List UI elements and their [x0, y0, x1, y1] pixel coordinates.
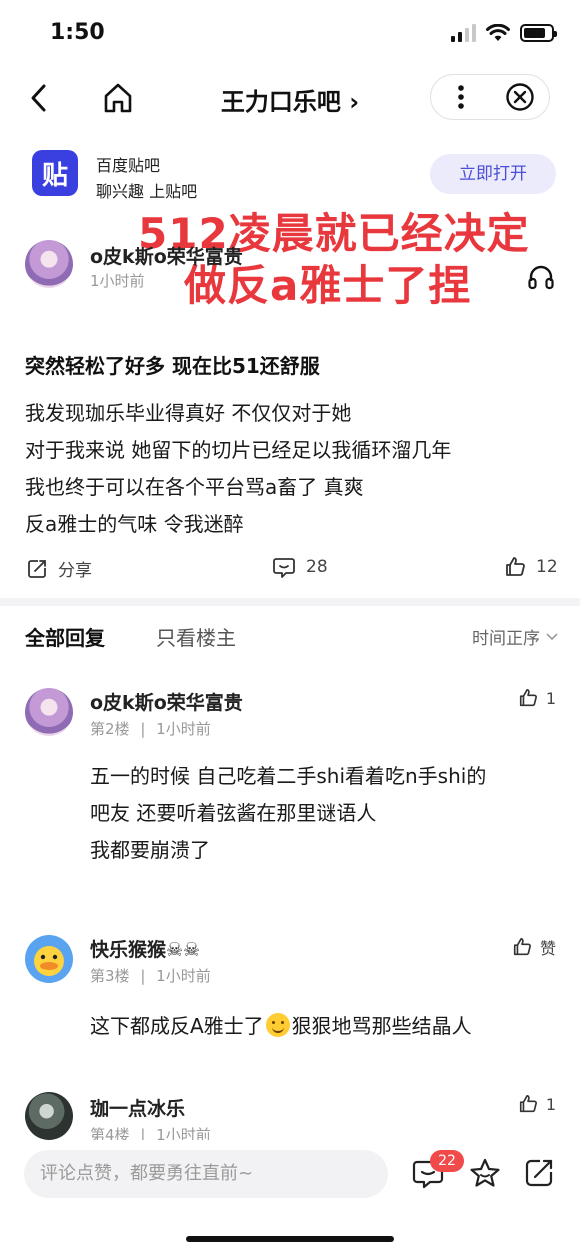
reply-floor: 第3楼 — [90, 967, 130, 985]
share-icon — [525, 1159, 553, 1187]
tab-op-only[interactable]: 只看楼主 — [156, 622, 236, 651]
section-divider — [0, 598, 580, 606]
like-count: 12 — [536, 557, 558, 577]
close-circle-icon — [505, 83, 534, 111]
favorite-button[interactable] — [468, 1156, 502, 1190]
wifi-icon — [486, 24, 510, 41]
post-time: 1小时前 — [90, 272, 145, 290]
reply-avatar[interactable] — [25, 1092, 73, 1140]
back-button[interactable] — [22, 80, 58, 116]
reply-author-name-text: 快乐猴猴 — [90, 939, 167, 961]
star-icon — [470, 1158, 500, 1187]
reply-floor: 第2楼 — [90, 720, 130, 738]
thumbs-up-icon — [513, 938, 531, 956]
status-icons — [451, 24, 557, 42]
author-name[interactable]: o皮k斯o荣华富贵 — [90, 242, 243, 269]
thumbs-up-icon — [506, 557, 525, 576]
reply-text-part: 狠狠地骂那些结晶人 — [291, 1014, 472, 1038]
reply-avatar[interactable] — [25, 688, 73, 736]
forum-name: 王力口乐吧 — [220, 88, 341, 116]
miniapp-capsule — [430, 74, 550, 120]
comment-count-badge: 22 — [430, 1150, 464, 1172]
like-button[interactable]: 12 — [504, 556, 558, 578]
forum-title-link[interactable]: 王力口乐吧 › — [221, 88, 359, 116]
share-button[interactable]: 分享 — [26, 556, 92, 581]
reply-text-line: 吧友 还要听着弦酱在那里谜语人 — [90, 801, 377, 825]
reply-avatar[interactable] — [25, 935, 73, 983]
post-body-line: 我也终于可以在各个平台骂a畜了 真爽 — [25, 475, 364, 499]
reply-like-button[interactable]: 1 — [518, 1094, 556, 1114]
tab-all-replies[interactable]: 全部回复 — [25, 622, 105, 651]
post-body-line: 反a雅士的气味 令我迷醉 — [25, 512, 244, 536]
post-actions: 分享 28 12 — [0, 556, 580, 586]
listen-button[interactable] — [526, 262, 556, 292]
reply-text: 五一的时候 自己吃着二手shi看着吃n手shi的 吧友 还要听着弦酱在那里谜语人… — [90, 758, 565, 869]
reply-text-part: 这下都成反A雅士了 — [90, 1014, 264, 1038]
meta-separator: | — [140, 720, 146, 738]
close-button[interactable] — [490, 75, 549, 119]
reply-author-name[interactable]: 珈一点冰乐 — [90, 1094, 185, 1121]
home-icon — [104, 83, 132, 113]
author-avatar[interactable] — [25, 240, 73, 288]
more-vertical-icon — [457, 85, 464, 109]
sort-dropdown[interactable]: 时间正序 — [472, 624, 558, 649]
logo-text: 贴 — [41, 160, 68, 191]
reply-time: 1小时前 — [156, 720, 211, 738]
chevron-down-icon — [546, 632, 558, 640]
comment-icon — [273, 558, 295, 578]
share-label: 分享 — [58, 561, 92, 581]
reply-author-name[interactable]: 快乐猴猴☠☠ — [90, 935, 200, 962]
more-button[interactable] — [431, 75, 490, 119]
reply-author-name[interactable]: o皮k斯o荣华富贵 — [90, 688, 243, 715]
smile-emoji-icon — [265, 1013, 290, 1037]
nav-bar: 王力口乐吧 › — [0, 68, 580, 128]
reply-like-count: 赞 — [539, 939, 556, 958]
home-button[interactable] — [98, 80, 138, 116]
comment-input[interactable]: 评论点赞，都要勇往直前~ — [24, 1150, 388, 1198]
reply-like-count: 1 — [545, 1094, 556, 1114]
comment-count: 28 — [306, 557, 328, 577]
app-download-banner: 贴 百度贴吧 聊兴趣 上贴吧 立即打开 — [0, 138, 580, 208]
share-icon — [28, 559, 46, 578]
post-body-line: 对于我来说 她留下的切片已经足以我循环溜几年 — [25, 438, 452, 462]
home-indicator — [186, 1236, 394, 1242]
reply-meta: 第2楼 | 1小时前 — [90, 718, 211, 739]
app-slogan: 聊兴趣 上贴吧 — [96, 182, 198, 201]
open-app-button[interactable]: 立即打开 — [430, 154, 556, 194]
reply-time: 1小时前 — [156, 967, 211, 985]
reply-tabs: 全部回复 只看楼主 时间正序 — [0, 622, 580, 656]
thumbs-up-icon — [519, 1095, 537, 1113]
duck-avatar-icon — [34, 946, 64, 976]
share-button[interactable] — [522, 1156, 556, 1190]
sort-label: 时间正序 — [472, 629, 540, 649]
headphones-icon — [528, 265, 554, 290]
app-name: 百度贴吧 — [96, 156, 161, 175]
reply-like-button[interactable]: 赞 — [512, 935, 556, 959]
bottom-comment-bar: 评论点赞，都要勇往直前~ 22 — [0, 1140, 580, 1255]
battery-icon — [520, 24, 557, 42]
thumbs-up-icon — [519, 689, 537, 707]
chevron-left-icon — [31, 84, 46, 112]
reply-like-count: 1 — [545, 688, 556, 708]
skull-emoji: ☠☠ — [166, 939, 201, 961]
chevron-right-icon: › — [349, 88, 360, 116]
status-time: 1:50 — [50, 20, 105, 45]
cellular-signal-icon — [451, 24, 476, 42]
post-body-line: 我发现珈乐毕业得真好 不仅仅对于她 — [25, 401, 352, 425]
post-body: 我发现珈乐毕业得真好 不仅仅对于她 对于我来说 她留下的切片已经足以我循环溜几年… — [25, 395, 565, 543]
reply-meta: 第3楼 | 1小时前 — [90, 965, 211, 986]
status-bar: 1:50 — [0, 0, 580, 64]
reply-text-line: 我都要崩溃了 — [90, 838, 210, 862]
reply-text-line: 五一的时候 自己吃着二手shi看着吃n手shi的 — [90, 764, 487, 788]
reply-like-button[interactable]: 1 — [518, 688, 556, 708]
reply-text: 这下都成反A雅士了 狠狠地骂那些结晶人 — [90, 1008, 565, 1045]
meta-separator: | — [140, 967, 146, 985]
post-title: 突然轻松了好多 现在比51还舒服 — [25, 354, 320, 378]
tieba-logo: 贴 — [32, 150, 78, 196]
comment-button[interactable]: 28 — [272, 556, 328, 578]
